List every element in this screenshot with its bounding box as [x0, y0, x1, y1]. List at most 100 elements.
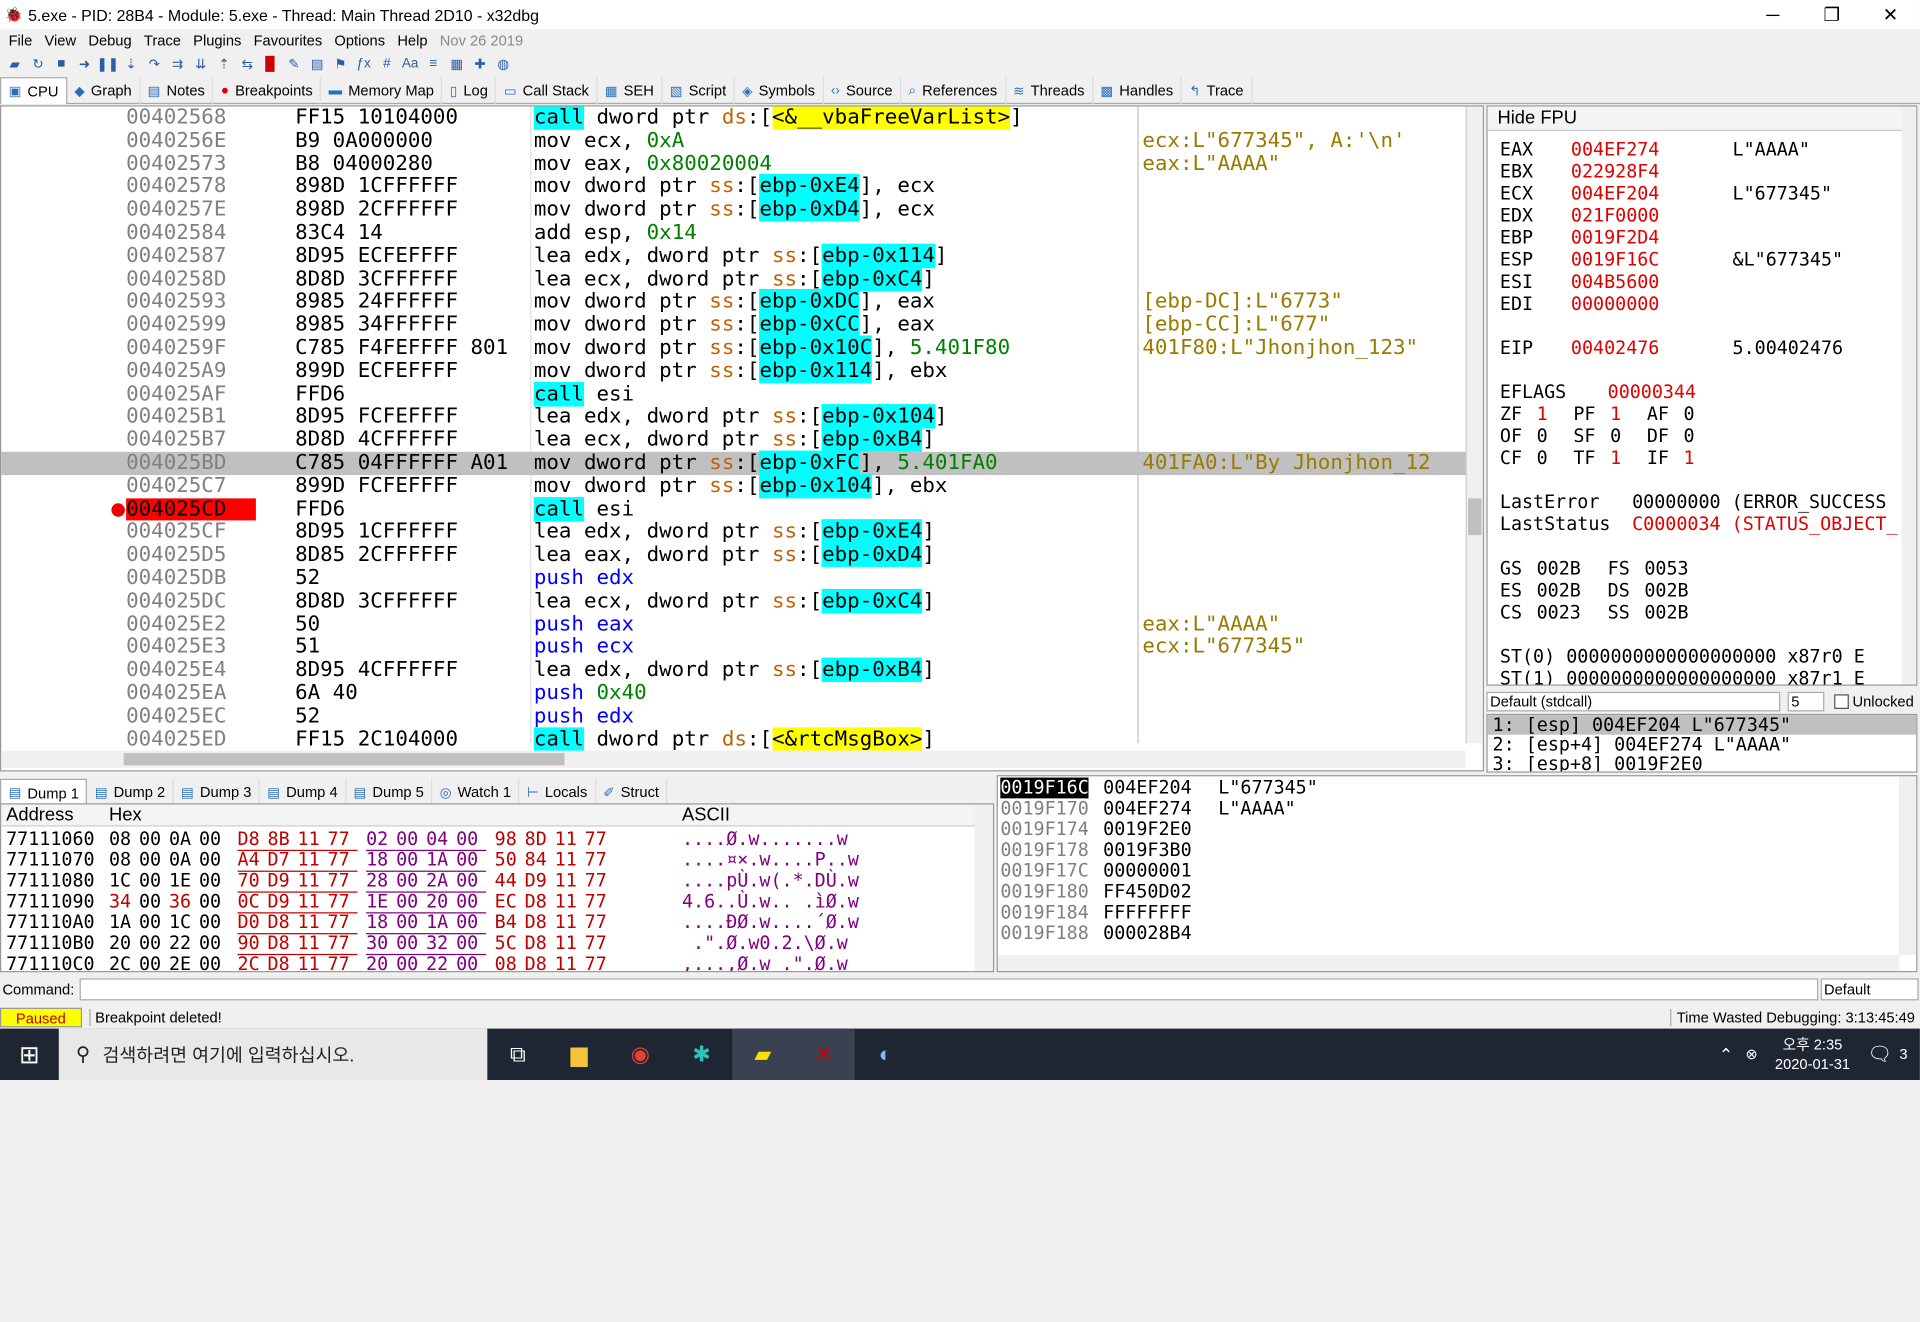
- hex-byte[interactable]: 08: [495, 953, 525, 971]
- step-over-icon[interactable]: ↷: [143, 54, 165, 74]
- tab-symbols[interactable]: ◈ Symbols: [735, 77, 824, 105]
- hex-byte[interactable]: D9: [525, 870, 555, 892]
- scylla-icon[interactable]: ▉: [260, 54, 282, 74]
- menu-trace[interactable]: Trace: [144, 32, 181, 49]
- hex-byte[interactable]: 20: [109, 932, 139, 954]
- hex-byte[interactable]: D8: [525, 912, 555, 933]
- segment-value[interactable]: 002B: [1644, 601, 1715, 623]
- hex-byte[interactable]: 00: [139, 828, 169, 850]
- flag-value[interactable]: 1: [1610, 447, 1647, 469]
- tab-call-stack[interactable]: ▭ Call Stack: [496, 77, 598, 105]
- hex-byte[interactable]: 00: [139, 932, 169, 954]
- hex-byte[interactable]: 11: [555, 849, 585, 871]
- flag-value[interactable]: 1: [1610, 403, 1647, 425]
- hex-byte[interactable]: 11: [298, 953, 328, 971]
- bookmark-icon[interactable]: ⚑: [329, 54, 351, 74]
- hex-byte[interactable]: 00: [139, 912, 169, 933]
- disasm-row[interactable]: 00402593 8985 24FFFFFF mov dword ptr ss:[e…: [1, 289, 1465, 314]
- register-value[interactable]: 004EF204: [1571, 182, 1659, 204]
- hex-byte[interactable]: 2E: [169, 953, 199, 971]
- fpu-st0[interactable]: ST(0) 0000000000000000000 x87r0 E: [1500, 645, 1865, 667]
- windows-start-icon[interactable]: ⊞: [0, 1029, 59, 1080]
- menu-help[interactable]: Help: [397, 32, 427, 49]
- maximize-button[interactable]: ❐: [1802, 0, 1861, 29]
- tab-threads[interactable]: ≋ Threads: [1006, 77, 1094, 105]
- disasm-row[interactable]: 004025B1 8D95 FCFEFFFF lea edx, dword ptr …: [1, 404, 1465, 430]
- function-icon[interactable]: ƒx: [353, 54, 375, 74]
- arg-count-spinner[interactable]: 5: [1787, 691, 1825, 712]
- register-edi[interactable]: EDI 00000000: [1500, 293, 1659, 315]
- scroll-thumb[interactable]: [123, 753, 565, 766]
- step-into-icon[interactable]: ⇣: [120, 54, 142, 74]
- hex-byte[interactable]: 00: [396, 953, 426, 971]
- hex-byte[interactable]: 11: [555, 912, 585, 933]
- hex-byte[interactable]: 77: [585, 953, 615, 971]
- breakpoint-marker[interactable]: [111, 502, 125, 517]
- flag-value[interactable]: 0: [1610, 425, 1647, 447]
- hex-byte[interactable]: 8D: [525, 828, 555, 850]
- disasm-row[interactable]: 0040257E 898D 2CFFFFFF mov dword ptr ss:[e…: [1, 197, 1465, 222]
- lasterror-value[interactable]: 00000000 (ERROR_SUCCESS: [1632, 491, 1886, 513]
- hex-byte[interactable]: 98: [495, 828, 525, 850]
- hex-byte[interactable]: 20: [366, 953, 396, 971]
- tab-log[interactable]: ▯ Log: [442, 77, 497, 105]
- hex-byte[interactable]: D8: [525, 953, 555, 971]
- hex-byte[interactable]: D8: [525, 891, 555, 912]
- register-value[interactable]: 004B5600: [1571, 271, 1659, 293]
- flag-value[interactable]: 0: [1684, 403, 1721, 425]
- hex-byte[interactable]: 00: [199, 870, 229, 892]
- patch-icon[interactable]: ✚: [469, 54, 491, 74]
- hex-byte[interactable]: 44: [495, 870, 525, 892]
- register-ebp[interactable]: EBP 0019F2D4: [1500, 227, 1659, 249]
- hex-byte[interactable]: 22: [426, 953, 456, 971]
- hex-byte[interactable]: 0A: [169, 849, 199, 871]
- segment-value[interactable]: 0053: [1644, 557, 1715, 579]
- hex-byte[interactable]: EC: [495, 891, 525, 912]
- tab-dump-2[interactable]: ▤ Dump 2: [87, 778, 174, 806]
- argument-row[interactable]: 3: [esp+8] 0019F2E0: [1488, 754, 1917, 771]
- flag-value[interactable]: 1: [1537, 403, 1574, 425]
- hex-byte[interactable]: 36: [169, 891, 199, 912]
- argument-row[interactable]: 1: [esp] 004EF204 L"677345": [1487, 715, 1917, 735]
- notification-icon[interactable]: 🗨: [1867, 1042, 1892, 1066]
- tab-notes[interactable]: ▤ Notes: [140, 77, 214, 105]
- run-to-user-icon[interactable]: ⇆: [236, 54, 258, 74]
- hex-byte[interactable]: 77: [585, 828, 615, 850]
- disasm-row[interactable]: 0040256E B9 0A000000 mov ecx, 0xA ecx:L"677…: [1, 129, 1465, 153]
- flag-value[interactable]: 1: [1684, 447, 1721, 469]
- close-file-icon[interactable]: ■: [50, 54, 72, 74]
- disasm-row[interactable]: 00402587 8D95 ECFEFFFF lea edx, dword ptr …: [1, 243, 1465, 268]
- chevron-up-icon[interactable]: ⌃: [1719, 1044, 1733, 1065]
- disasm-row[interactable]: 004025C7 899D FCFEFFFF mov dword ptr ss:[e…: [1, 473, 1465, 499]
- hex-byte[interactable]: 1E: [169, 870, 199, 892]
- command-mode-select[interactable]: Default: [1820, 978, 1919, 1001]
- hex-byte[interactable]: 77: [328, 953, 358, 971]
- restart-icon[interactable]: ↻: [27, 54, 49, 74]
- registers-scrollbar[interactable]: [1901, 106, 1917, 685]
- disasm-row[interactable]: 004025E3 51 push ecx ecx:L"677345": [1, 636, 1465, 659]
- disasm-row[interactable]: 004025ED FF15 2C104000 call dword ptr ds:[…: [1, 726, 1465, 752]
- register-esp[interactable]: ESP 0019F16C &L"677345": [1500, 249, 1843, 271]
- menu-favourites[interactable]: Favourites: [254, 32, 323, 49]
- hex-byte[interactable]: 00: [456, 953, 486, 971]
- register-eax[interactable]: EAX 004EF274 L"AAAA": [1500, 138, 1810, 160]
- tab-locals[interactable]: ⊢ Locals: [520, 778, 596, 806]
- hex-byte[interactable]: D8: [268, 953, 298, 971]
- tab-dump-3[interactable]: ▤ Dump 3: [174, 778, 260, 806]
- register-value[interactable]: 00402476: [1571, 337, 1659, 359]
- register-value[interactable]: 022928F4: [1571, 160, 1659, 182]
- disasm-row[interactable]: 004025B7 8D8D 4CFFFFFF lea ecx, dword ptr …: [1, 427, 1465, 453]
- disasm-row[interactable]: 004025EA 6A 40 push 0x40: [1, 682, 1465, 705]
- app-icon-teal[interactable]: ✱: [671, 1029, 732, 1080]
- open-icon[interactable]: ▰: [4, 54, 26, 74]
- menu-file[interactable]: File: [9, 32, 33, 49]
- minimize-button[interactable]: ─: [1744, 0, 1803, 29]
- register-value[interactable]: 004EF274: [1571, 138, 1659, 160]
- menu-plugins[interactable]: Plugins: [193, 32, 241, 49]
- hex-byte[interactable]: 77: [585, 870, 615, 892]
- hex-byte[interactable]: 11: [555, 953, 585, 971]
- hex-byte[interactable]: 5C: [495, 932, 525, 954]
- flag-value[interactable]: 0: [1684, 425, 1721, 447]
- fpu-st1[interactable]: ST(1) 0000000000000000000 x87r1 E: [1500, 667, 1865, 684]
- hex-byte[interactable]: 08: [109, 849, 139, 871]
